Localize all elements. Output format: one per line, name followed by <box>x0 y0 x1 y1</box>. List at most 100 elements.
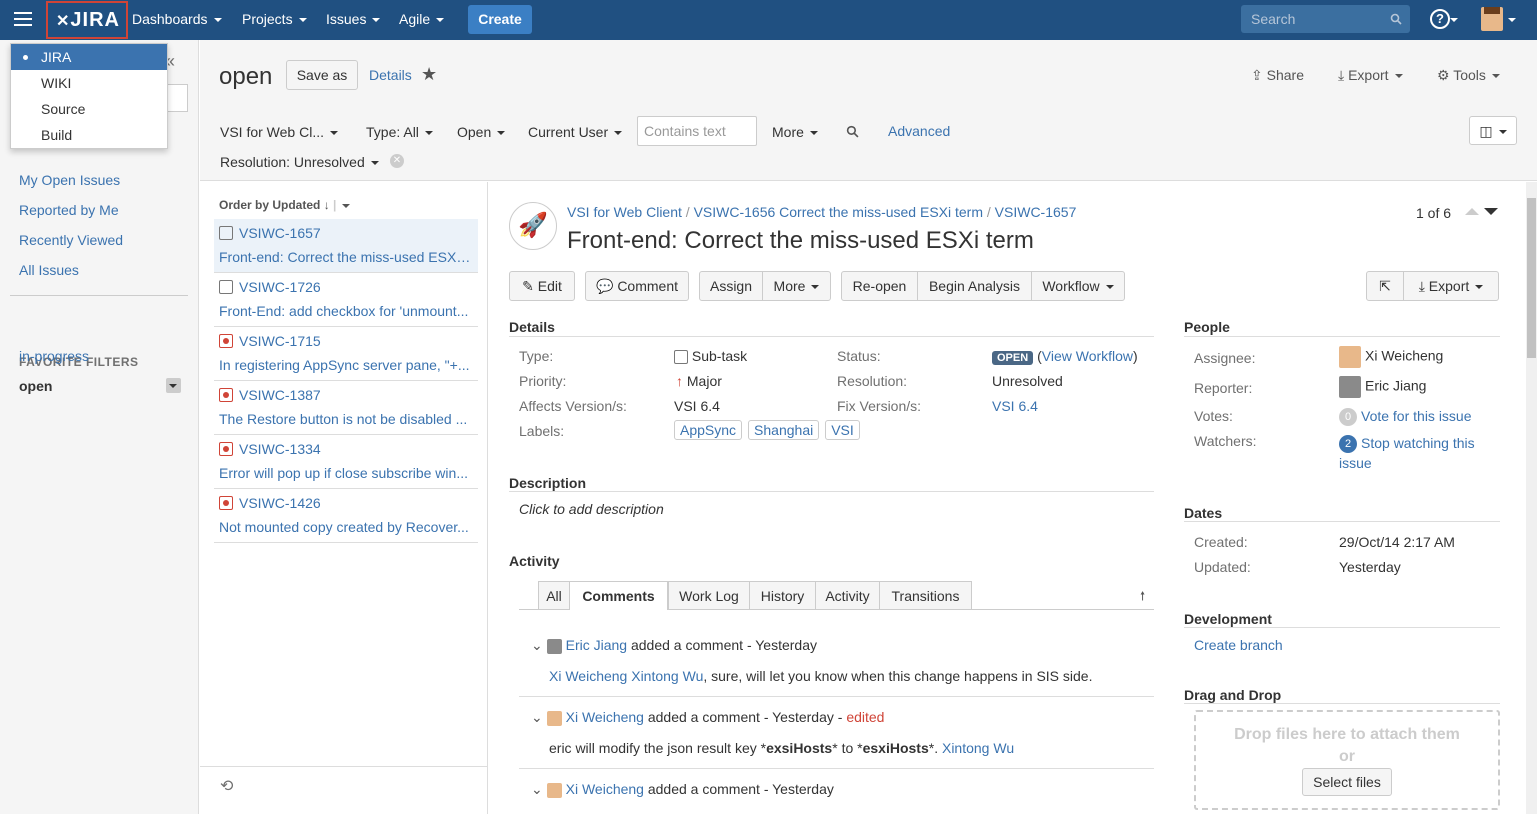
filter-options-button[interactable] <box>166 378 181 393</box>
advanced-search-link[interactable]: Advanced <box>888 123 950 139</box>
vote-link[interactable]: Vote for this issue <box>1361 408 1472 424</box>
chevron-down-icon[interactable]: ⌄ <box>531 637 543 653</box>
contains-text-input[interactable]: Contains text <box>637 116 757 146</box>
avatar <box>1339 346 1361 368</box>
issue-key: VSIWC-1387 <box>239 387 321 403</box>
list-item[interactable]: VSIWC-1426 Not mounted copy created by Re… <box>214 489 478 543</box>
breadcrumb-project[interactable]: VSI for Web Client <box>567 204 682 220</box>
type-filter[interactable]: Type: All <box>366 124 433 140</box>
scrollbar[interactable] <box>1526 182 1537 814</box>
edit-button[interactable]: ✎ Edit <box>509 271 575 301</box>
nav-dashboards[interactable]: Dashboards <box>132 0 222 40</box>
list-item[interactable]: VSIWC-1726 Front-End: add checkbox for 'u… <box>214 273 478 327</box>
view-workflow-link[interactable]: View Workflow <box>1042 348 1133 364</box>
fix-version-value[interactable]: VSI 6.4 <box>992 398 1038 414</box>
tools-dropdown[interactable]: ⚙ Tools <box>1437 67 1500 84</box>
comment-button[interactable]: 💬 Comment <box>585 271 689 301</box>
more-filter[interactable]: More <box>772 124 818 140</box>
issue-title[interactable]: Front-end: Correct the miss-used ESXi te… <box>567 227 1034 255</box>
nav-issues[interactable]: Issues <box>326 0 381 40</box>
reopen-button[interactable]: Re-open <box>841 271 918 301</box>
app-switcher-icon[interactable] <box>14 12 32 28</box>
begin-analysis-button[interactable]: Begin Analysis <box>917 271 1032 301</box>
reporter-value[interactable]: Eric Jiang <box>1339 376 1426 398</box>
more-filter-label: More <box>772 124 804 140</box>
order-by-dropdown[interactable]: Order by Updated ↓ | <box>219 198 351 212</box>
label-tag[interactable]: AppSync <box>674 420 743 440</box>
sidebar-item-reported-by-me[interactable]: Reported by Me <box>19 202 119 218</box>
search-input[interactable]: Search <box>1241 5 1410 33</box>
refresh-icon[interactable]: ⟲ <box>220 776 233 796</box>
tools-label: Tools <box>1453 67 1486 83</box>
export-dropdown[interactable]: ⤓ Export <box>1338 67 1403 84</box>
breadcrumb-parent[interactable]: VSIWC-1656 Correct the miss-used ESXi te… <box>694 204 983 220</box>
jira-logo[interactable]: ✕JIRA <box>46 1 128 39</box>
app-menu-item-build[interactable]: Build <box>11 122 167 148</box>
assignee-value[interactable]: Xi Weicheng <box>1339 346 1443 368</box>
comment-author[interactable]: Eric Jiang <box>566 637 627 653</box>
previous-issue-icon[interactable] <box>1465 208 1479 215</box>
list-item[interactable]: VSIWC-1387 The Restore button is not be d… <box>214 381 478 435</box>
tab-comments[interactable]: Comments <box>569 581 668 610</box>
project-avatar[interactable]: 🚀 <box>509 202 557 250</box>
assign-button[interactable]: Assign <box>699 271 763 301</box>
nav-agile[interactable]: Agile <box>399 0 445 40</box>
nav-projects[interactable]: Projects <box>242 0 307 40</box>
create-button[interactable]: Create <box>468 5 532 34</box>
scrollbar-thumb[interactable] <box>1527 198 1536 358</box>
user-avatar[interactable] <box>1481 7 1503 31</box>
tab-all[interactable]: All <box>538 581 570 609</box>
tab-activity[interactable]: Activity <box>815 581 880 609</box>
create-branch-link[interactable]: Create branch <box>1194 637 1283 653</box>
share-issue-button[interactable]: ⇱ <box>1366 271 1404 301</box>
remove-criteria-icon[interactable]: ✕ <box>390 154 404 168</box>
favourite-star-icon[interactable]: ★ <box>421 64 437 85</box>
help-icon[interactable]: ? <box>1430 9 1450 29</box>
select-files-button[interactable]: Select files <box>1302 768 1392 796</box>
resolution-filter[interactable]: Resolution: Unresolved <box>220 154 379 170</box>
list-item[interactable]: VSIWC-1334 Error will pop up if close sub… <box>214 435 478 489</box>
description-field[interactable]: Click to add description <box>519 501 664 517</box>
app-menu-item-source[interactable]: Source <box>11 96 167 122</box>
tab-history[interactable]: History <box>749 581 816 609</box>
sidebar-item-recently-viewed[interactable]: Recently Viewed <box>19 232 123 248</box>
more-actions-button[interactable]: More <box>762 271 831 301</box>
search-icon[interactable] <box>846 125 859 138</box>
stop-watching-link[interactable]: Stop watching this issue <box>1339 435 1475 471</box>
next-issue-icon[interactable] <box>1484 208 1498 215</box>
layout-switcher-button[interactable]: ◫ <box>1469 116 1517 145</box>
sidebar-item-in-progress[interactable]: in-progress <box>19 348 89 364</box>
chevron-down-icon[interactable]: ⌄ <box>531 709 543 725</box>
tab-transitions[interactable]: Transitions <box>879 581 972 609</box>
priority-value: ↑ Major <box>676 373 722 389</box>
project-filter[interactable]: VSI for Web Cl... <box>220 124 338 140</box>
mention-link[interactable]: Xintong Wu <box>942 740 1014 756</box>
tab-work-log[interactable]: Work Log <box>668 581 750 609</box>
label-tag[interactable]: VSI <box>825 420 860 440</box>
sidebar-item-all-issues[interactable]: All Issues <box>19 262 79 278</box>
status-filter[interactable]: Open <box>457 124 506 140</box>
sort-order-icon[interactable]: 🠕 <box>1140 587 1145 608</box>
workflow-button[interactable]: Workflow <box>1031 271 1125 301</box>
save-as-button[interactable]: Save as <box>286 60 358 90</box>
resolution-filter-label: Resolution: Unresolved <box>220 154 365 170</box>
comment-author[interactable]: Xi Weicheng <box>566 781 644 797</box>
label-tag[interactable]: Shanghai <box>748 420 820 440</box>
mention-links[interactable]: Xi Weicheng Xintong Wu <box>549 668 703 684</box>
details-heading: Details <box>509 319 555 335</box>
details-link[interactable]: Details <box>369 67 412 83</box>
drop-zone[interactable]: Drop files here to attach them or Select… <box>1194 710 1500 810</box>
app-menu-item-wiki[interactable]: WIKI <box>11 70 167 96</box>
app-menu-item-jira[interactable]: JIRA <box>11 44 167 70</box>
assignee-filter[interactable]: Current User <box>528 124 623 140</box>
sidebar-item-open[interactable]: open <box>19 378 52 394</box>
sidebar-item-my-open-issues[interactable]: My Open Issues <box>19 172 120 188</box>
issue-export-button[interactable]: ⤓ Export <box>1403 271 1499 301</box>
breadcrumb-issue-key[interactable]: VSIWC-1657 <box>995 204 1077 220</box>
share-button[interactable]: ⇪ Share <box>1251 67 1304 84</box>
list-item[interactable]: VSIWC-1657 Front-end: Correct the miss-us… <box>214 219 478 273</box>
chevron-down-icon[interactable]: ⌄ <box>531 781 543 797</box>
comment-author[interactable]: Xi Weicheng <box>566 709 644 725</box>
sidebar-search-box[interactable] <box>166 84 188 112</box>
list-item[interactable]: VSIWC-1715 In registering AppSync server … <box>214 327 478 381</box>
